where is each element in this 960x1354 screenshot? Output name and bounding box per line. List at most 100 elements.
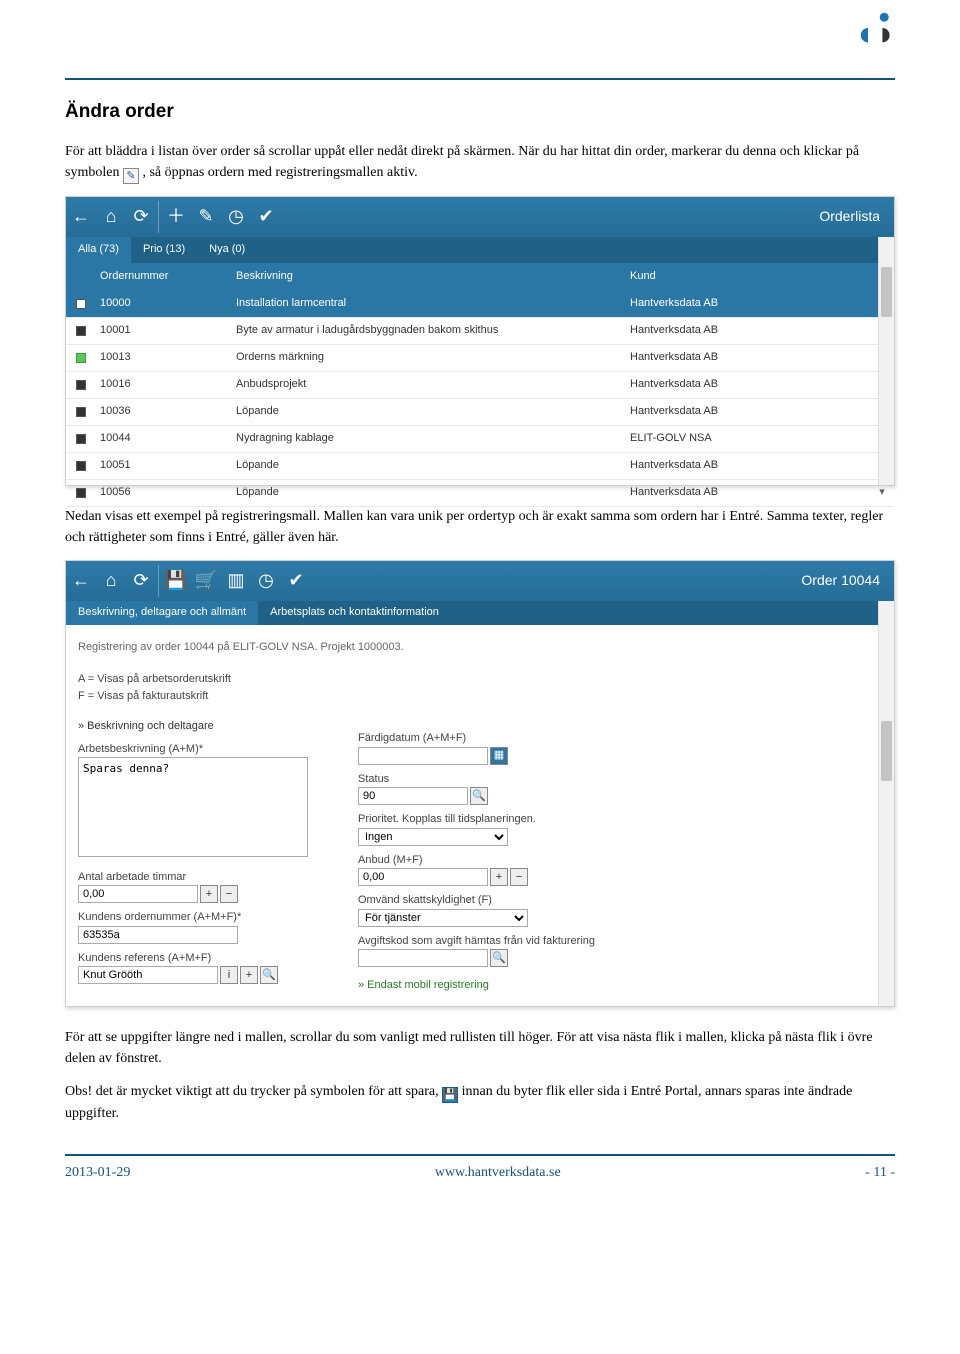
cell-ordernummer: 10016 (96, 376, 236, 393)
label-arbetsbeskrivning: Arbetsbeskrivning (A+M)* (78, 741, 338, 758)
cell-kund: Hantverksdata AB (630, 457, 870, 474)
status-square (76, 488, 86, 498)
label-fardigdatum: Färdigdatum (A+M+F) (358, 730, 678, 747)
input-timmar[interactable] (78, 885, 198, 903)
orderlist-toolbar: ← ⌂ ⟳ ＋ ✎ ◷ ✔ Orderlista (66, 197, 894, 237)
back-icon[interactable]: ← (66, 567, 96, 594)
select-prioritet[interactable]: Ingen (358, 828, 508, 846)
refresh-icon[interactable]: ⟳ (126, 203, 156, 230)
orderform-toolbar: ← ⌂ ⟳ 💾 🛒 ▥ ◷ ✔ Order 10044 (66, 561, 894, 601)
tab-nya[interactable]: Nya (0) (197, 237, 257, 263)
label-omvand: Omvänd skattskyldighet (F) (358, 892, 678, 909)
col-kund: Kund (630, 268, 870, 285)
refresh-icon[interactable]: ⟳ (126, 567, 156, 594)
cell-beskrivning: Löpande (236, 403, 630, 420)
cart-icon[interactable]: 🛒 (191, 567, 221, 594)
search-button[interactable]: 🔍 (490, 949, 508, 967)
orderform-title: Order 10044 (801, 570, 880, 591)
legend-f: F = Visas på fakturautskrift (78, 688, 882, 705)
label-avgiftskod: Avgiftskod som avgift hämtas från vid fa… (358, 933, 678, 950)
minus-button[interactable]: − (220, 885, 238, 903)
cell-beskrivning: Installation larmcentral (236, 295, 630, 312)
input-status[interactable] (358, 787, 468, 805)
input-anbud[interactable] (358, 868, 488, 886)
orderlist-header-row: Ordernummer Beskrivning Kund (66, 263, 894, 291)
screenshot-orderform: ← ⌂ ⟳ 💾 🛒 ▥ ◷ ✔ Order 10044 Beskrivning,… (65, 560, 895, 1007)
section-beskrivning: » Beskrivning och deltagare (78, 718, 338, 735)
home-icon[interactable]: ⌂ (96, 203, 126, 230)
orderform-tabs: Beskrivning, deltagare och allmänt Arbet… (66, 601, 894, 625)
add-icon[interactable]: ＋ (161, 203, 191, 230)
table-row[interactable]: 10013Orderns märkningHantverksdata AB▾ (66, 345, 894, 372)
plus-button[interactable]: + (200, 885, 218, 903)
search-button[interactable]: 🔍 (260, 966, 278, 984)
tab-alla[interactable]: Alla (73) (66, 237, 131, 263)
status-square (76, 353, 86, 363)
input-fardigdatum[interactable] (358, 747, 488, 765)
status-square (76, 407, 86, 417)
table-row[interactable]: 10000Installation larmcentralHantverksda… (66, 291, 894, 318)
back-icon[interactable]: ← (66, 203, 96, 230)
cell-kund: Hantverksdata AB (630, 295, 870, 312)
info-button[interactable]: i (220, 966, 238, 984)
table-row[interactable]: 10051LöpandeHantverksdata AB▾ (66, 453, 894, 480)
input-arbetsbeskrivning[interactable]: Sparas denna? (78, 757, 308, 857)
cell-ordernummer: 10013 (96, 349, 236, 366)
label-kund-referens: Kundens referens (A+M+F) (78, 950, 338, 967)
cell-kund: Hantverksdata AB (630, 349, 870, 366)
col-beskrivning: Beskrivning (236, 268, 630, 285)
input-kund-ordernr[interactable] (78, 926, 238, 944)
plus-button[interactable]: + (240, 966, 258, 984)
table-row[interactable]: 10001Byte av armatur i ladugårdsbyggnade… (66, 318, 894, 345)
tab-prio[interactable]: Prio (13) (131, 237, 197, 263)
check-icon[interactable]: ✔ (251, 203, 281, 230)
status-square (76, 299, 86, 309)
section-endast-mobil: » Endast mobil registrering (358, 977, 678, 994)
clock-icon[interactable]: ◷ (251, 567, 281, 594)
minus-button[interactable]: − (510, 868, 528, 886)
paragraph-4: Obs! det är mycket viktigt att du trycke… (65, 1081, 895, 1124)
calendar-icon[interactable]: ▦ (490, 747, 508, 765)
label-anbud: Anbud (M+F) (358, 852, 678, 869)
chevron-down-icon[interactable]: ▾ (870, 484, 894, 501)
table-row[interactable]: 10016AnbudsprojektHantverksdata AB▾ (66, 372, 894, 399)
check-icon[interactable]: ✔ (281, 567, 311, 594)
clock-icon[interactable]: ◷ (221, 203, 251, 230)
table-row[interactable]: 10036LöpandeHantverksdata AB▾ (66, 399, 894, 426)
reg-line: Registrering av order 10044 på ELIT-GOLV… (78, 639, 882, 656)
orderform-body: Registrering av order 10044 på ELIT-GOLV… (66, 625, 894, 1006)
document-icon[interactable]: ▥ (221, 567, 251, 594)
save-inline-icon: 💾 (442, 1087, 458, 1103)
cell-kund: ELIT-GOLV NSA (630, 430, 870, 447)
scrollbar[interactable] (878, 601, 894, 1006)
screenshot-orderlist: ← ⌂ ⟳ ＋ ✎ ◷ ✔ Orderlista Alla (73) Prio … (65, 196, 895, 486)
cell-ordernummer: 10051 (96, 457, 236, 474)
orderlist-filter-tabs: Alla (73) Prio (13) Nya (0) (66, 237, 894, 263)
save-icon[interactable]: 💾 (161, 567, 191, 594)
footer-page: - 11 - (865, 1162, 895, 1183)
table-row[interactable]: 10044Nydragning kablageELIT-GOLV NSA▾ (66, 426, 894, 453)
input-kund-referens[interactable] (78, 966, 218, 984)
cell-ordernummer: 10000 (96, 295, 236, 312)
scrollbar[interactable] (878, 237, 894, 485)
cell-ordernummer: 10001 (96, 322, 236, 339)
cell-beskrivning: Löpande (236, 484, 630, 501)
cell-ordernummer: 10036 (96, 403, 236, 420)
edit-toolbar-icon[interactable]: ✎ (191, 203, 221, 230)
plus-button[interactable]: + (490, 868, 508, 886)
page-title: Ändra order (65, 98, 895, 127)
col-ordernummer: Ordernummer (96, 268, 236, 285)
status-square (76, 326, 86, 336)
tab-arbetsplats[interactable]: Arbetsplats och kontaktinformation (258, 601, 451, 625)
table-row[interactable]: 10056LöpandeHantverksdata AB▾ (66, 480, 894, 507)
home-icon[interactable]: ⌂ (96, 567, 126, 594)
cell-beskrivning: Nydragning kablage (236, 430, 630, 447)
label-kund-ordernr: Kundens ordernummer (A+M+F)* (78, 909, 338, 926)
cell-kund: Hantverksdata AB (630, 403, 870, 420)
status-square (76, 461, 86, 471)
footer-url: www.hantverksdata.se (435, 1162, 561, 1183)
tab-beskrivning[interactable]: Beskrivning, deltagare och allmänt (66, 601, 258, 625)
select-omvand[interactable]: För tjänster (358, 909, 528, 927)
input-avgiftskod[interactable] (358, 949, 488, 967)
search-button[interactable]: 🔍 (470, 787, 488, 805)
